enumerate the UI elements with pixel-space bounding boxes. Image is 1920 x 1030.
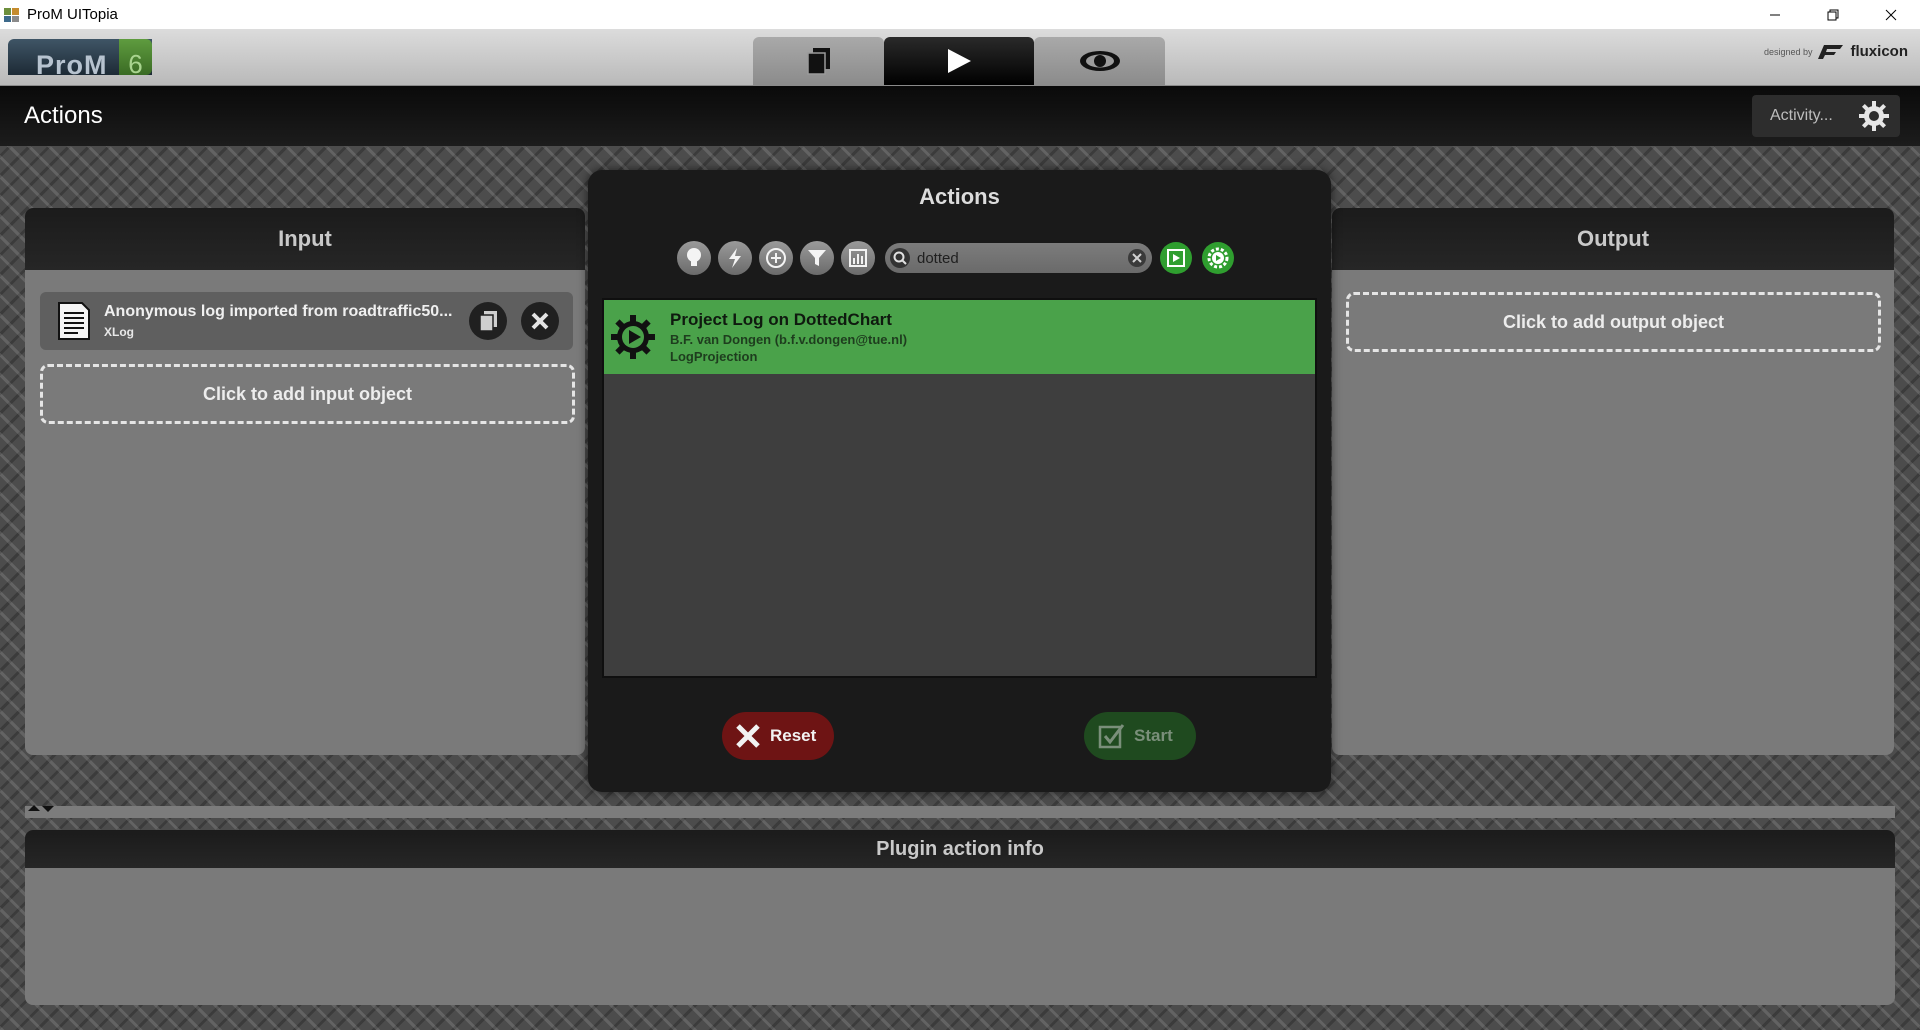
input-object-name: Anonymous log imported from roadtraffic5… (104, 303, 453, 320)
plugin-info-panel: Plugin action info (25, 830, 1895, 1005)
lightbulb-icon (687, 248, 701, 266)
frame-play-icon (1167, 249, 1185, 267)
filter-conversion-button[interactable] (759, 241, 793, 275)
window-title: ProM UITopia (27, 6, 118, 23)
action-result-text: Project Log on DottedChart B.F. van Dong… (670, 310, 907, 364)
start-label: Start (1134, 726, 1173, 745)
input-object-item[interactable]: Anonymous log imported from roadtraffic5… (40, 292, 573, 350)
eye-icon (1079, 51, 1120, 71)
close-window-button[interactable] (1862, 0, 1920, 29)
filter-filtering-button[interactable] (800, 241, 834, 275)
add-output-object-button[interactable]: Click to add output object (1346, 292, 1881, 352)
activity-label: Activity... (1770, 107, 1833, 124)
logo-version: 6 (119, 39, 152, 75)
filter-discovery-button[interactable] (677, 241, 711, 275)
reset-button[interactable]: Reset (722, 712, 834, 760)
action-results-list: Project Log on DottedChart B.F. van Dong… (602, 298, 1317, 678)
logo-text: ProM (36, 50, 108, 75)
activity-button[interactable]: Activity... (1752, 95, 1900, 137)
panel-splitter[interactable] (25, 803, 1895, 818)
prom-topbar: ProM 6 designed by fluxicon (0, 29, 1920, 86)
plugin-gear-icon (611, 315, 655, 359)
input-object-type: XLog (104, 325, 134, 339)
action-result-title: Project Log on DottedChart (670, 310, 892, 329)
tab-workspace[interactable] (753, 37, 884, 85)
action-search-box (885, 243, 1152, 273)
restore-button[interactable] (1804, 0, 1862, 29)
plugin-info-title: Plugin action info (25, 830, 1895, 868)
app-icon (2, 5, 22, 25)
action-result-author: B.F. van Dongen (b.f.v.dongen@tue.nl) (670, 332, 908, 347)
brand-name: fluxicon (1850, 43, 1908, 60)
start-button[interactable]: Start (1084, 712, 1196, 760)
copy-input-button[interactable] (469, 302, 507, 340)
action-result-item[interactable]: Project Log on DottedChart B.F. van Dong… (604, 300, 1315, 374)
filter-analytics-button[interactable] (841, 241, 875, 275)
remove-input-button[interactable] (521, 302, 559, 340)
input-panel: Input Anonymous log imported from roadtr… (25, 208, 585, 755)
close-icon (531, 312, 549, 330)
play-icon (948, 49, 971, 73)
show-all-actions-button[interactable] (1202, 242, 1234, 274)
reset-label: Reset (770, 726, 817, 745)
bar-chart-icon (849, 249, 867, 267)
documents-icon (806, 48, 830, 75)
output-panel-title: Output (1332, 208, 1894, 270)
action-filter-toolbar (677, 240, 1244, 276)
page-title: Actions (24, 102, 103, 129)
plus-circle-icon (766, 248, 786, 268)
minimize-button[interactable] (1746, 0, 1804, 29)
splitter-arrows-icon[interactable] (27, 803, 55, 815)
prom-logo: ProM 6 (8, 39, 152, 75)
fluxicon-logo-icon (1818, 44, 1844, 59)
lightning-icon (729, 248, 741, 268)
document-icon (58, 302, 90, 340)
copy-icon (479, 311, 497, 332)
page-header: Actions Activity... (0, 86, 1920, 146)
action-search-input[interactable] (911, 245, 1126, 271)
output-panel: Output Click to add output object (1332, 208, 1894, 755)
clear-search-icon[interactable] (1126, 247, 1148, 269)
funnel-icon (808, 250, 826, 266)
actions-dialog: Actions dotted Project Log on DottedChar… (588, 170, 1331, 792)
x-icon (736, 724, 760, 748)
designed-by: designed by fluxicon (1764, 43, 1908, 60)
gear-icon (1859, 101, 1889, 131)
tab-views[interactable] (1034, 37, 1165, 85)
dialog-title: Actions (919, 184, 1000, 209)
tab-actions[interactable] (884, 37, 1034, 85)
search-icon (890, 248, 910, 268)
show-input-matching-button[interactable] (1160, 242, 1192, 274)
input-object-text: Anonymous log imported from roadtraffic5… (104, 303, 469, 339)
cog-play-icon (1207, 247, 1229, 269)
main-tabs (753, 37, 1165, 85)
designed-by-label: designed by (1763, 46, 1813, 57)
add-input-object-button[interactable]: Click to add input object (40, 364, 575, 424)
window-titlebar: ProM UITopia (0, 0, 1920, 29)
checkbox-check-icon (1098, 724, 1125, 749)
action-result-type: LogProjection (670, 349, 758, 364)
input-panel-title: Input (25, 208, 585, 270)
filter-enhancement-button[interactable] (718, 241, 752, 275)
